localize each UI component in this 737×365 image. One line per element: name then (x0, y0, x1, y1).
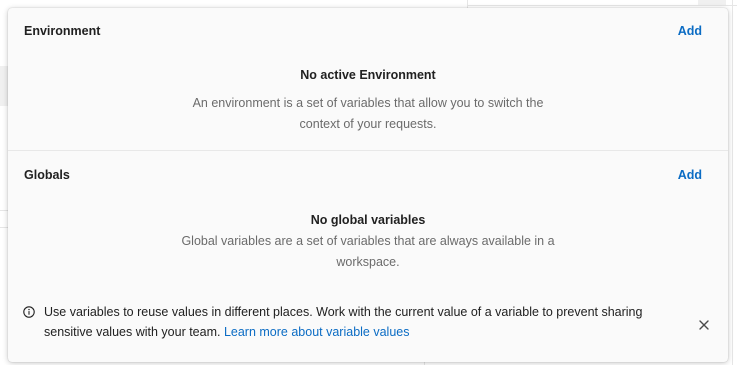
environment-section: Environment Add No active Environment An… (8, 8, 728, 151)
background-divider (467, 0, 468, 8)
info-icon (23, 305, 35, 318)
background-divider (732, 0, 733, 365)
variables-popover: Environment Add No active Environment An… (8, 8, 728, 362)
info-banner-text: Use variables to reuse values in differe… (44, 302, 684, 342)
globals-section-title: Globals (24, 168, 70, 182)
background-divider (0, 210, 8, 211)
globals-empty-title: No global variables (310, 213, 426, 227)
background-divider (0, 227, 8, 228)
add-environment-link[interactable]: Add (678, 24, 702, 38)
globals-section: Globals Add No global variables Global v… (8, 151, 728, 291)
learn-more-link[interactable]: Learn more about variable values (224, 325, 410, 339)
environment-empty-title: No active Environment (300, 68, 436, 82)
close-icon[interactable] (698, 318, 710, 330)
variables-info-banner: Use variables to reuse values in differe… (8, 294, 728, 354)
globals-empty-description: Global variables are a set of variables … (181, 234, 555, 269)
background-sidebar-item (0, 66, 8, 106)
add-global-link[interactable]: Add (678, 168, 702, 182)
environment-empty-description: An environment is a set of variables tha… (192, 96, 544, 131)
background-divider (467, 5, 737, 6)
environment-section-title: Environment (24, 24, 101, 38)
